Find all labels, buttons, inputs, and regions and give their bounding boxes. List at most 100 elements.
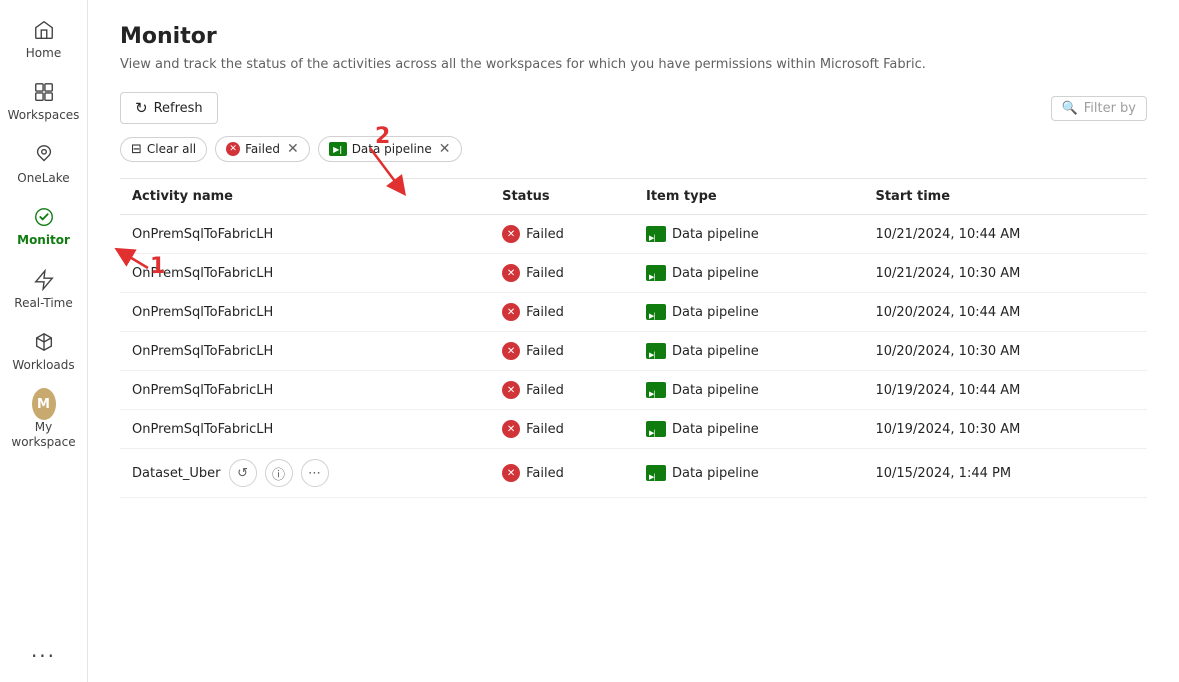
failed-tag-close[interactable]: ✕ xyxy=(287,141,299,157)
table-row[interactable]: OnPremSqlToFabricLH Failed Data pipeline… xyxy=(120,410,1147,449)
table-row[interactable]: OnPremSqlToFabricLH Failed Data pipeline… xyxy=(120,254,1147,293)
cell-start-time: 10/20/2024, 10:30 AM xyxy=(863,332,1147,371)
clear-all-tag[interactable]: ⊟ Clear all xyxy=(120,137,207,162)
pipeline-type-icon xyxy=(646,421,666,437)
filter-tags-row: ⊟ Clear all ✕ Failed ✕ ▶| Data pipeline … xyxy=(120,136,1147,162)
failed-tag-label: Failed xyxy=(245,142,280,156)
sidebar-more-button[interactable]: ... xyxy=(19,626,68,674)
search-icon: 🔍 xyxy=(1062,101,1078,116)
datapipeline-filter-tag[interactable]: ▶| Data pipeline ✕ xyxy=(318,136,462,162)
cell-item-type: Data pipeline xyxy=(634,254,864,293)
table-header: Activity name Status Item type Start tim… xyxy=(120,179,1147,215)
sidebar-item-workloads-label: Workloads xyxy=(12,358,74,372)
sidebar: Home Workspaces OneLake xyxy=(0,0,88,682)
item-type-label: Data pipeline xyxy=(672,422,759,437)
cell-status: Failed xyxy=(490,449,634,498)
sidebar-item-realtime[interactable]: Real-Time xyxy=(4,258,84,320)
sidebar-item-realtime-label: Real-Time xyxy=(14,296,72,310)
info-icon[interactable]: ⓘ xyxy=(265,459,293,487)
refresh-button[interactable]: ↻ Refresh xyxy=(120,92,218,124)
table-row[interactable]: OnPremSqlToFabricLH Failed Data pipeline… xyxy=(120,293,1147,332)
failed-status-icon xyxy=(502,342,520,360)
item-type-label: Data pipeline xyxy=(672,344,759,359)
cell-status: Failed xyxy=(490,371,634,410)
cell-activity-name: OnPremSqlToFabricLH xyxy=(120,371,490,410)
avatar: M xyxy=(32,392,56,416)
item-type-label: Data pipeline xyxy=(672,305,759,320)
failed-status-icon xyxy=(502,381,520,399)
table-body: OnPremSqlToFabricLH Failed Data pipeline… xyxy=(120,215,1147,498)
sidebar-item-monitor[interactable]: Monitor xyxy=(4,195,84,257)
rerun-icon[interactable]: ↺ xyxy=(229,459,257,487)
sidebar-item-home[interactable]: Home xyxy=(4,8,84,70)
cell-status: Failed xyxy=(490,410,634,449)
failed-status-icon xyxy=(502,303,520,321)
content-area: Monitor View and track the status of the… xyxy=(88,0,1179,682)
sidebar-item-workspaces-label: Workspaces xyxy=(8,108,80,122)
cell-item-type: Data pipeline xyxy=(634,293,864,332)
cell-item-type: Data pipeline xyxy=(634,371,864,410)
sidebar-item-myworkspace[interactable]: M My workspace xyxy=(4,382,84,459)
page-title: Monitor xyxy=(120,24,1147,49)
cell-status: Failed xyxy=(490,332,634,371)
cell-activity-name: OnPremSqlToFabricLH xyxy=(120,332,490,371)
filter-placeholder: Filter by xyxy=(1084,101,1136,116)
table-row[interactable]: OnPremSqlToFabricLH Failed Data pipeline… xyxy=(120,371,1147,410)
cell-start-time: 10/21/2024, 10:30 AM xyxy=(863,254,1147,293)
workloads-icon xyxy=(32,330,56,354)
failed-status-icon xyxy=(502,420,520,438)
pipeline-type-icon xyxy=(646,226,666,242)
cell-item-type: Data pipeline xyxy=(634,215,864,254)
sidebar-item-onelake-label: OneLake xyxy=(17,171,69,185)
cell-status: Failed xyxy=(490,215,634,254)
workspaces-icon xyxy=(32,80,56,104)
cell-start-time: 10/15/2024, 1:44 PM xyxy=(863,449,1147,498)
cell-start-time: 10/20/2024, 10:44 AM xyxy=(863,293,1147,332)
item-type-label: Data pipeline xyxy=(672,383,759,398)
filter-input[interactable]: 🔍 Filter by xyxy=(1051,96,1147,121)
pipeline-type-icon xyxy=(646,265,666,281)
cell-activity-name: OnPremSqlToFabricLH xyxy=(120,410,490,449)
cell-status: Failed xyxy=(490,254,634,293)
cell-status: Failed xyxy=(490,293,634,332)
datapipeline-tag-close[interactable]: ✕ xyxy=(439,141,451,157)
col-activity-name: Activity name xyxy=(120,179,490,215)
cell-item-type: Data pipeline xyxy=(634,332,864,371)
cell-activity-name: OnPremSqlToFabricLH xyxy=(120,254,490,293)
status-label: Failed xyxy=(526,305,564,320)
status-label: Failed xyxy=(526,344,564,359)
col-item-type: Item type xyxy=(634,179,864,215)
cell-activity-name: Dataset_Uber↺ⓘ⋯ xyxy=(120,449,490,498)
pipeline-type-icon xyxy=(646,304,666,320)
sidebar-item-workspaces[interactable]: Workspaces xyxy=(4,70,84,132)
table-row[interactable]: OnPremSqlToFabricLH Failed Data pipeline… xyxy=(120,332,1147,371)
datapipeline-tag-label: Data pipeline xyxy=(352,142,432,156)
table-row[interactable]: OnPremSqlToFabricLH Failed Data pipeline… xyxy=(120,215,1147,254)
table-row[interactable]: Dataset_Uber↺ⓘ⋯ Failed Data pipeline 10/… xyxy=(120,449,1147,498)
toolbar: ↻ Refresh 🔍 Filter by xyxy=(120,92,1147,124)
main-content: Monitor View and track the status of the… xyxy=(88,0,1179,682)
col-start-time: Start time xyxy=(863,179,1147,215)
sidebar-item-workloads[interactable]: Workloads xyxy=(4,320,84,382)
cell-start-time: 10/21/2024, 10:44 AM xyxy=(863,215,1147,254)
pipeline-type-icon xyxy=(646,382,666,398)
failed-status-icon xyxy=(502,464,520,482)
failed-filter-tag[interactable]: ✕ Failed ✕ xyxy=(215,136,310,162)
clear-all-label: Clear all xyxy=(147,142,196,156)
cell-item-type: Data pipeline xyxy=(634,449,864,498)
pipeline-type-icon xyxy=(646,465,666,481)
sidebar-item-onelake[interactable]: OneLake xyxy=(4,133,84,195)
refresh-label: Refresh xyxy=(154,101,203,116)
pipeline-tag-icon: ▶| xyxy=(329,142,347,156)
more-icon[interactable]: ⋯ xyxy=(301,459,329,487)
refresh-icon: ↻ xyxy=(135,99,148,117)
filter-icon: ⊟ xyxy=(131,142,142,157)
status-label: Failed xyxy=(526,383,564,398)
item-type-label: Data pipeline xyxy=(672,466,759,481)
status-label: Failed xyxy=(526,266,564,281)
failed-status-icon xyxy=(502,225,520,243)
cell-start-time: 10/19/2024, 10:44 AM xyxy=(863,371,1147,410)
home-icon xyxy=(32,18,56,42)
sidebar-item-monitor-label: Monitor xyxy=(17,233,70,247)
cell-start-time: 10/19/2024, 10:30 AM xyxy=(863,410,1147,449)
